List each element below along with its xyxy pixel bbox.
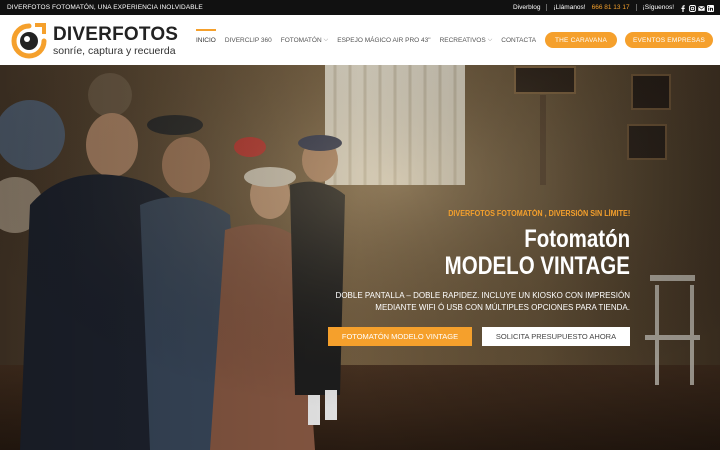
divider — [635, 4, 637, 11]
camera-eye-logo-icon — [11, 23, 47, 59]
the-caravana-button[interactable]: THE CARAVANA — [545, 32, 617, 48]
blog-link[interactable]: Diverblog — [513, 4, 540, 11]
top-bar: DIVERFOTOS FOTOMATÓN, UNA EXPERIENCIA IN… — [0, 0, 720, 15]
nav-item-label: INICIO — [196, 36, 216, 44]
nav-item-label: FOTOMATÓN — [280, 36, 322, 44]
logo-slogan: sonríe, captura y recuerda — [53, 45, 176, 57]
call-label: ¡Llámanos! — [553, 4, 586, 11]
nav-item-espejo-magico[interactable]: ESPEJO MÁGICO AIR PRO 43" — [337, 15, 430, 65]
nav-item-label: ESPEJO MÁGICO AIR PRO 43" — [337, 36, 431, 44]
nav-item-recreativos[interactable]: RECREATIVOS ⌵ — [440, 15, 493, 65]
divider — [546, 4, 548, 11]
facebook-icon[interactable] — [680, 4, 686, 12]
nav-item-contacta[interactable]: CONTACTA — [501, 15, 536, 65]
follow-label: ¡Síguenos! — [642, 4, 674, 11]
linkedin-icon[interactable] — [707, 4, 714, 12]
nav-item-label: DIVERCLIP 360 — [224, 36, 272, 44]
nav-item-diverclip-360[interactable]: DIVERCLIP 360 — [225, 15, 272, 65]
chevron-down-icon: ⌵ — [487, 36, 493, 43]
top-bar-right: Diverblog ¡Llámanos! 666 81 13 17 ¡Sígue… — [513, 4, 714, 12]
eventos-empresas-button[interactable]: EVENTOS EMPRESAS — [625, 32, 713, 48]
request-quote-button[interactable]: SOLICITA PRESUPUESTO AHORA — [482, 327, 630, 346]
nav-item-inicio[interactable]: INICIO — [196, 15, 216, 65]
nav-item-label: CONTACTA — [501, 36, 537, 44]
hero-title-line1: Fotomatón — [524, 225, 630, 253]
site-logo[interactable]: DIVERFOTOS sonríe, captura y recuerda — [11, 21, 179, 61]
hero-section: DIVERFOTOS FOTOMATÓN , DIVERSIÓN SIN LÍM… — [0, 65, 720, 450]
top-bar-tagline: DIVERFOTOS FOTOMATÓN, UNA EXPERIENCIA IN… — [7, 4, 203, 11]
hero-kicker: DIVERFOTOS FOTOMATÓN , DIVERSIÓN SIN LÍM… — [447, 209, 630, 218]
social-icons — [680, 4, 714, 12]
nav-item-fotomaton[interactable]: FOTOMATÓN ⌵ — [281, 15, 329, 65]
hero-title-line2: MODELO VINTAGE — [444, 252, 630, 280]
hero-description: DOBLE PANTALLA – DOBLE RAPIDEZ. INCLUYE … — [335, 291, 630, 312]
main-nav: INICIO DIVERCLIP 360 FOTOMATÓN ⌵ ESPEJO … — [196, 15, 536, 65]
chevron-down-icon: ⌵ — [323, 36, 329, 43]
logo-brand: DIVERFOTOS — [53, 24, 179, 45]
fotomaton-vintage-button[interactable]: FOTOMATÓN MODELO VINTAGE — [328, 327, 472, 346]
email-icon[interactable] — [698, 5, 705, 11]
nav-item-label: RECREATIVOS — [439, 36, 486, 44]
instagram-icon[interactable] — [689, 4, 696, 12]
phone-link[interactable]: 666 81 13 17 — [592, 4, 630, 11]
main-header: DIVERFOTOS sonríe, captura y recuerda IN… — [0, 15, 720, 65]
